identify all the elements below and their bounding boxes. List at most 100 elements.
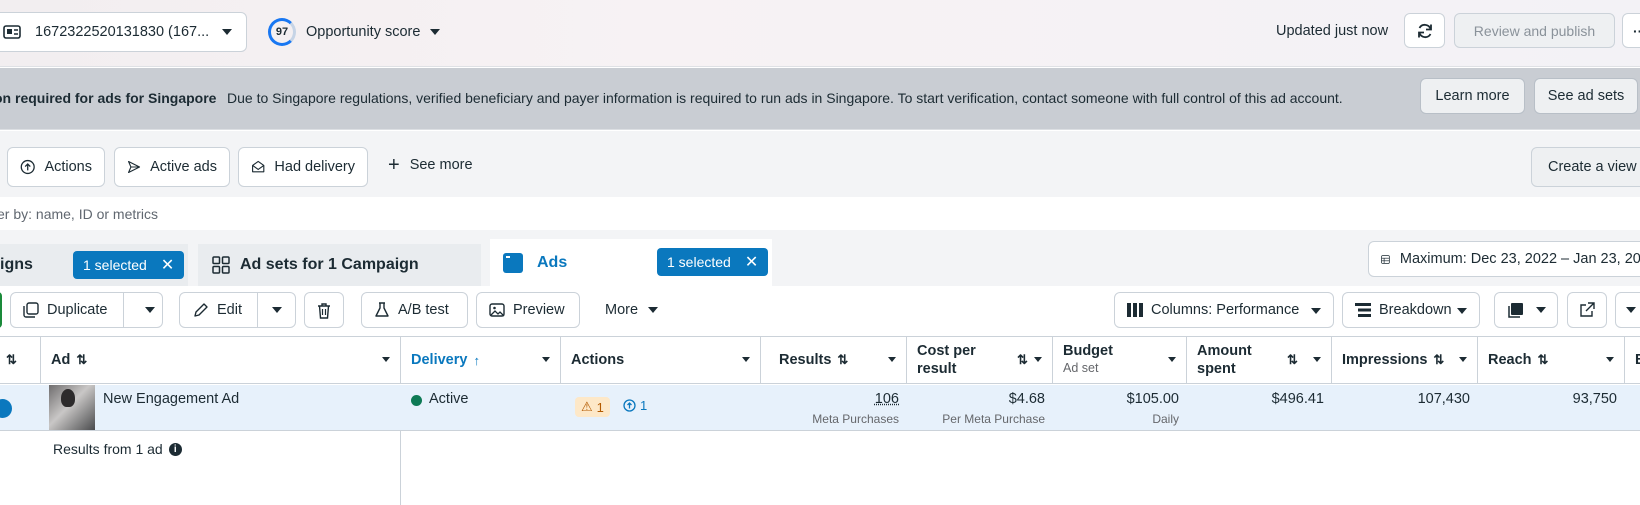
top-bar: 1672322520131830 (167... 97 Opportunity … [0, 0, 1640, 67]
ellipsis-icon: ·· [1633, 23, 1640, 39]
learn-more-button[interactable]: Learn more [1420, 78, 1525, 114]
reports-icon [1508, 302, 1524, 318]
chevron-down-icon[interactable] [382, 357, 390, 362]
divider [123, 293, 124, 327]
reports-dropdown[interactable] [1494, 292, 1558, 328]
budget-sublabel: Daily [1152, 412, 1179, 426]
preview-button[interactable]: Preview [476, 292, 580, 328]
tab-campaigns[interactable]: igns 1 selected ✕ [0, 244, 188, 286]
tab-ad-sets[interactable]: Ad sets for 1 Campaign [198, 244, 481, 286]
chevron-down-icon[interactable] [742, 357, 750, 362]
breakdown-label: Breakdown [1379, 302, 1452, 318]
close-icon[interactable]: ✕ [161, 255, 174, 275]
column-header-amount-spent[interactable]: Amount spent ⇅ [1187, 337, 1332, 383]
columns-label: Columns: Performance [1151, 302, 1299, 318]
warning-badge[interactable]: ⚠ 1 [575, 397, 610, 417]
header-label: Amount spent [1197, 342, 1257, 378]
refresh-button[interactable] [1404, 13, 1445, 48]
ad-name-cell: New Engagement Ad [48, 385, 400, 430]
tab-campaigns-label: igns [0, 256, 33, 274]
column-header-delivery[interactable]: Delivery ↑ [401, 337, 561, 383]
more-options-button[interactable]: ·· [1622, 13, 1640, 48]
breakdown-icon [1355, 303, 1371, 317]
duplicate-label: Duplicate [47, 302, 107, 318]
more-label: More [605, 302, 638, 318]
chevron-down-icon[interactable] [1168, 357, 1176, 362]
columns-dropdown[interactable]: Columns: Performance [1114, 292, 1334, 328]
breakdown-dropdown[interactable]: Breakdown [1342, 292, 1480, 328]
column-header-cost-per-result[interactable]: Cost per result ⇅ [907, 337, 1053, 383]
date-range-picker[interactable]: Maximum: Dec 23, 2022 – Jan 23, 2023 [1368, 241, 1640, 277]
column-header-results[interactable]: Results ⇅ [761, 337, 907, 383]
create-button-edge[interactable] [0, 292, 2, 328]
see-ad-sets-button[interactable]: See ad sets [1534, 78, 1638, 114]
search-bar[interactable]: er by: name, ID or metrics [0, 198, 1640, 230]
results-value[interactable]: 106 [875, 391, 899, 407]
edit-button[interactable]: Edit [180, 302, 242, 318]
chevron-down-icon [1626, 307, 1636, 313]
results-cell: 106 Meta Purchases [761, 385, 907, 430]
sort-ascending-icon: ↑ [473, 353, 480, 368]
chevron-down-icon[interactable] [1459, 357, 1467, 362]
campaigns-selected-pill[interactable]: 1 selected ✕ [73, 251, 184, 279]
column-header-reach[interactable]: Reach ⇅ [1478, 337, 1625, 383]
tab-ads[interactable]: Ads 1 selected ✕ [490, 239, 772, 286]
warning-icon: ⚠ [581, 399, 593, 415]
action-up-icon [20, 158, 35, 176]
more-button[interactable]: More [605, 302, 658, 318]
ads-selected-pill[interactable]: 1 selected ✕ [657, 248, 768, 276]
chevron-down-icon[interactable] [542, 357, 550, 362]
row-toggle[interactable] [0, 385, 13, 430]
see-more-filters[interactable]: + See more [388, 157, 473, 173]
ab-test-button[interactable]: A/B test [361, 292, 468, 328]
column-header-actions[interactable]: Actions [561, 337, 761, 383]
budget-value[interactable]: $105.00 [1127, 391, 1179, 407]
delete-button[interactable] [304, 292, 344, 328]
filter-chip-actions[interactable]: Actions [7, 147, 105, 187]
create-view-button[interactable]: Create a view [1531, 147, 1640, 187]
calendar-table-icon [1381, 251, 1390, 268]
column-header-toggle[interactable]: ⇅ [0, 337, 41, 383]
opportunity-score[interactable]: 97 Opportunity score [268, 18, 440, 46]
column-header-ad[interactable]: Ad ⇅ [41, 337, 401, 383]
review-and-publish-button[interactable]: Review and publish [1454, 13, 1615, 48]
date-range-label: Maximum: Dec 23, 2022 – Jan 23, 2023 [1400, 251, 1640, 267]
header-sublabel: Ad set [1063, 360, 1098, 377]
chevron-down-icon[interactable] [272, 307, 282, 313]
score-ring: 97 [268, 18, 296, 46]
info-icon[interactable]: i [169, 443, 182, 456]
chevron-down-icon[interactable] [1313, 357, 1321, 362]
account-selector[interactable]: 1672322520131830 (167... [0, 12, 247, 52]
results-summary-label: Results from 1 ad [53, 441, 163, 457]
chevron-down-icon[interactable] [1606, 357, 1614, 362]
selected-count: 1 selected [667, 254, 731, 270]
column-header-budget[interactable]: Budget Ad set [1053, 337, 1187, 383]
chevron-down-icon [222, 29, 232, 35]
tab-ads-label: Ads [537, 254, 567, 272]
chevron-down-icon [430, 29, 440, 35]
table-row[interactable]: New Engagement Ad Active ⚠ 1 1 106 Meta P… [0, 385, 1640, 431]
warning-count: 1 [597, 400, 604, 415]
banner-message: Due to Singapore regulations, verified b… [227, 90, 1343, 106]
actions-badge[interactable]: 1 [623, 398, 647, 413]
ad-thumbnail[interactable] [49, 385, 95, 430]
close-icon[interactable]: ✕ [745, 252, 758, 272]
column-header-impressions[interactable]: Impressions ⇅ [1332, 337, 1478, 383]
chip-label: Active ads [150, 159, 217, 175]
header-label: Delivery [411, 352, 467, 368]
chevron-down-icon[interactable] [888, 357, 896, 362]
duplicate-button[interactable]: Duplicate [11, 302, 107, 318]
chevron-down-icon [1311, 308, 1321, 314]
ad-account-icon [3, 24, 23, 40]
updated-status: Updated just now [1276, 23, 1388, 39]
export-button[interactable] [1567, 292, 1607, 328]
chevron-down-icon[interactable] [145, 307, 155, 313]
sort-icon: ⇅ [1433, 352, 1444, 368]
filter-chip-active-ads[interactable]: Active ads [114, 147, 230, 187]
ad-name-link[interactable]: New Engagement Ad [103, 391, 239, 407]
level-tabs: igns 1 selected ✕ Ad sets for 1 Campaign… [0, 230, 1640, 286]
export-options-dropdown[interactable] [1615, 292, 1640, 328]
chevron-down-icon[interactable] [1034, 357, 1042, 362]
column-header-next[interactable]: E [1625, 337, 1640, 383]
filter-chip-had-delivery[interactable]: Had delivery [238, 147, 368, 187]
